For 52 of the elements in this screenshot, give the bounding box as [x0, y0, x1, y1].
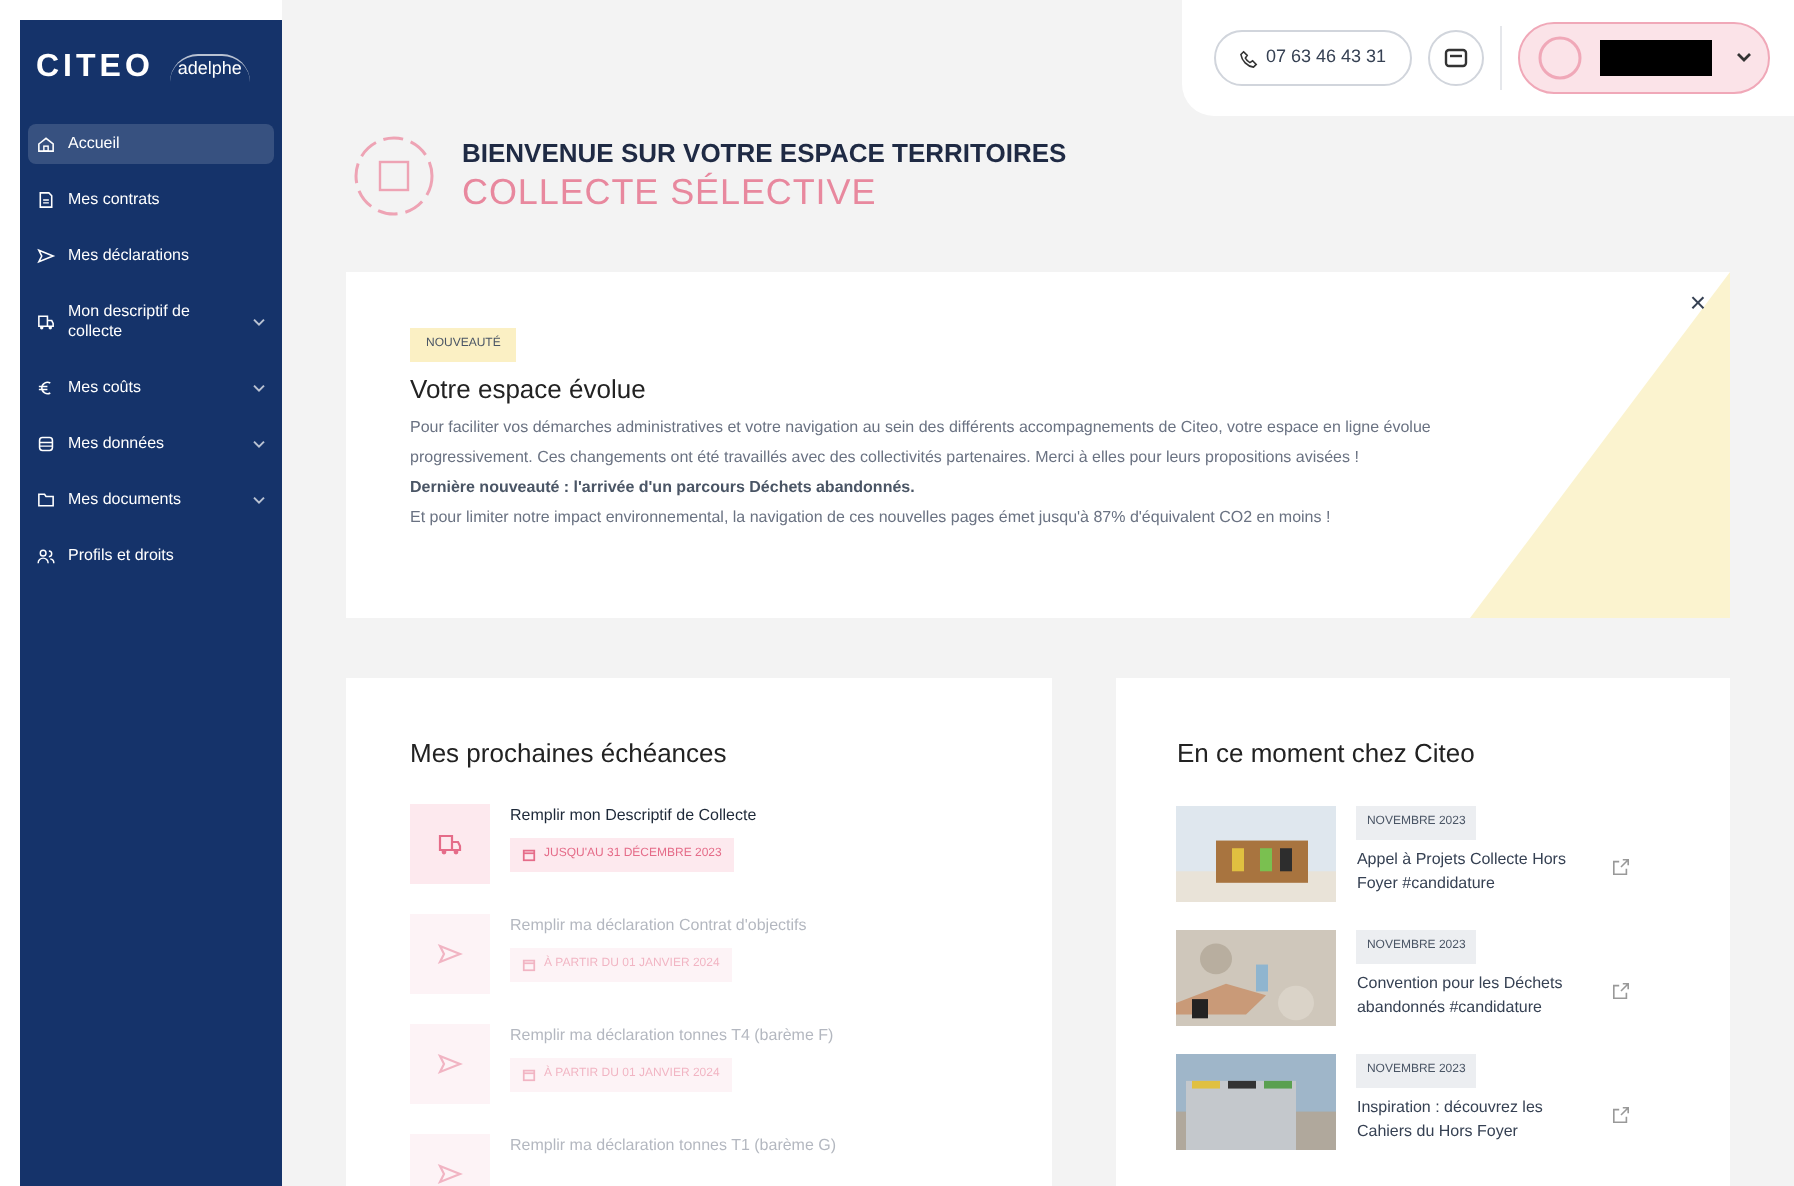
welcome-title: BIENVENUE SUR VOTRE ESPACE TERRITOIRES [462, 137, 1067, 170]
nav-item[interactable]: Mes coûts [28, 368, 274, 408]
calendar-icon [522, 847, 536, 861]
task-label: Remplir ma déclaration Contrat d'objectifs [510, 913, 807, 937]
send-icon [36, 246, 56, 266]
external-link-icon[interactable] [1612, 981, 1631, 999]
chevron-down-icon [1736, 52, 1752, 64]
nav-item[interactable]: Mon descriptif de collecte [28, 292, 274, 352]
news-link[interactable]: Appel à Projets Collecte Hors Foyer #candidature [1356, 847, 1593, 895]
card-title: En ce moment chez Citeo [1176, 736, 1477, 772]
folder-icon [36, 490, 56, 510]
phone-button[interactable]: 07 63 46 43 31 [1213, 30, 1412, 86]
nav-item[interactable]: Profils et droits [28, 536, 274, 576]
home-icon [36, 134, 56, 154]
truck-icon [36, 312, 56, 332]
task-label: Remplir ma déclaration tonnes T1 (barème G) [510, 1133, 837, 1157]
news-link[interactable]: Inspiration : découvrez les Cahiers du Hors Foyer [1356, 1095, 1593, 1143]
banner-title: Votre espace évolue [410, 372, 646, 408]
nav-item[interactable]: Mes documents [28, 480, 274, 520]
calendar-icon [522, 957, 536, 971]
task-label: Remplir mon Descriptif de Collecte [510, 803, 757, 827]
brand-logo: CITEO [36, 48, 154, 88]
mail-button[interactable] [1428, 30, 1484, 86]
external-link-icon[interactable] [1612, 1105, 1631, 1123]
banner-footer: Et pour limiter notre impact environnemental, la navigation de ces nouvelles pages émet jusqu'à 87% d'équivalent CO2 en moins ! [410, 501, 1331, 531]
partner-logo: adelphe [169, 53, 250, 83]
page-subtitle: COLLECTE SÉLECTIVE [462, 169, 879, 215]
users-icon [36, 546, 56, 566]
close-button[interactable]: × [1689, 288, 1706, 316]
redacted-name [1600, 40, 1712, 76]
send-icon [436, 939, 464, 967]
send-icon [436, 1049, 464, 1077]
user-menu[interactable] [1518, 22, 1770, 94]
nav-item[interactable]: Mes déclarations [28, 236, 274, 276]
phone-icon [1239, 49, 1258, 67]
banner-text: Pour faciliter vos démarches administratives et votre navigation au sein des différents accompagnements de Citeo, votre espace en ligne évolue progressivement. Ces changements ont été travaillés avec des collectivités partenaires. Merci à elles pour leurs propositions avisées ! [410, 415, 1433, 470]
euro-icon [36, 378, 56, 398]
mail-icon [1444, 48, 1468, 68]
news-link[interactable]: Convention pour les Déchets abandonnés #candidature [1356, 971, 1593, 1019]
database-icon [36, 434, 56, 454]
task-label: Remplir ma déclaration tonnes T4 (barème F) [510, 1023, 834, 1047]
send-icon [436, 1159, 464, 1186]
avatar-icon [1536, 34, 1584, 82]
nav-item[interactable]: Mes données [28, 424, 274, 464]
card-title: Mes prochaines échéances [410, 736, 729, 772]
truck-icon [436, 829, 464, 857]
document-icon [36, 190, 56, 210]
banner-highlight: Dernière nouveauté : l'arrivée d'un parcours Déchets abandonnés. [410, 475, 915, 500]
calendar-icon [522, 1067, 536, 1081]
nav-item[interactable]: Accueil [28, 124, 274, 164]
nav-item[interactable]: Mes contrats [28, 180, 274, 220]
external-link-icon[interactable] [1612, 857, 1631, 875]
